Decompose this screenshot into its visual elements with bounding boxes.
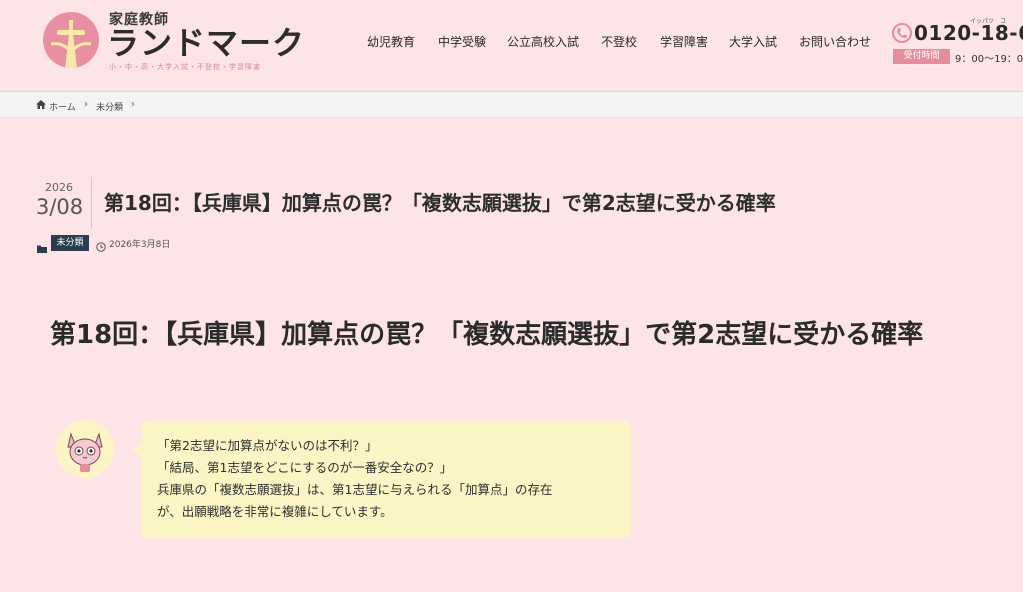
nav-item-learning-disability[interactable]: 学習障害 [660, 33, 708, 50]
bubble-line: が、出願戦略を非常に複雑にしています。 [157, 504, 393, 519]
bubble-line: 兵庫県の「複数志願選抜」は、第1志望に与えられる「加算点」の存在 [157, 482, 553, 497]
post-title: 第18回：【兵庫県】加算点の罠？「複数志願選抜」で第2志望に受かる確率 [104, 191, 776, 215]
hours-value: 9：00〜19：00 [955, 54, 1023, 65]
logo-icon[interactable] [43, 12, 99, 68]
breadcrumb: ホーム › 未分類 › [0, 91, 1023, 118]
folder-icon [37, 238, 47, 257]
chevron-right-icon: › [131, 99, 135, 110]
hours-label: 受付時間 [893, 49, 950, 64]
nav-item-junior-high-exam[interactable]: 中学受験 [438, 33, 486, 50]
speech-bubble: 「第2志望に加算点がないのは不利？」 「結局、第1志望をどこにするのが一番安全な… [132, 421, 631, 538]
date-divider [91, 177, 92, 229]
clock-icon [96, 237, 106, 256]
nav-item-infant-education[interactable]: 幼児教育 [367, 33, 415, 50]
category-badge[interactable]: 未分類 [51, 235, 89, 251]
site-header: 家庭教師 ランドマーク 小・中・高・大学入試・不登校・学習障害 幼児教育 中学受… [0, 0, 1023, 91]
chevron-right-icon: › [84, 99, 88, 110]
nav-item-public-high-school[interactable]: 公立高校入試 [507, 33, 579, 50]
breadcrumb-home[interactable]: ホーム [49, 100, 76, 113]
nav-item-contact[interactable]: お問い合わせ [799, 33, 871, 50]
article-heading: 第18回：【兵庫県】加算点の罠？「複数志願選抜」で第2志望に受かる確率 [50, 320, 924, 350]
nav-item-truancy[interactable]: 不登校 [601, 33, 637, 50]
home-icon[interactable] [36, 100, 46, 112]
logo-tagline: 小・中・高・大学入試・不登校・学習障害 [109, 63, 261, 71]
post-date: 2026年3月8日 [109, 240, 171, 250]
post-month-day: 3/08 [36, 195, 84, 219]
mascot-icon [56, 420, 114, 478]
breadcrumb-category[interactable]: 未分類 [96, 100, 123, 113]
post-year: 2026 [45, 181, 73, 194]
phone-number[interactable]: 0120-18-6 [914, 21, 1023, 45]
phone-icon[interactable] [891, 22, 913, 48]
logo-title[interactable]: ランドマーク [107, 23, 305, 63]
bubble-line: 「結局、第1志望をどこにするのが一番安全なの？」 [157, 460, 453, 475]
nav-item-university-exam[interactable]: 大学入試 [729, 33, 777, 50]
bubble-line: 「第2志望に加算点がないのは不利？」 [157, 438, 378, 453]
